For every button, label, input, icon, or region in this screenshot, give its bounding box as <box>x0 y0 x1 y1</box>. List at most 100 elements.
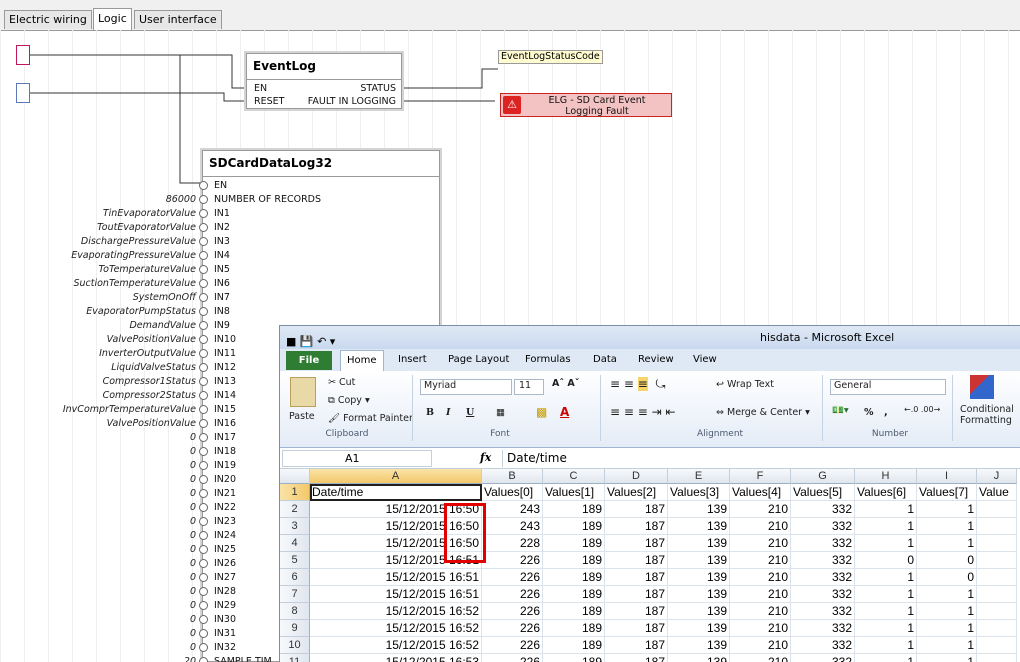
pin-connector[interactable] <box>199 433 208 442</box>
pin-connector[interactable] <box>199 587 208 596</box>
column-header[interactable]: B <box>482 469 543 484</box>
column-header[interactable]: E <box>668 469 730 484</box>
table-cell[interactable]: 210 <box>730 603 791 620</box>
pin-connector[interactable] <box>199 265 208 274</box>
pin-connector[interactable] <box>199 615 208 624</box>
table-cell[interactable]: 332 <box>791 552 855 569</box>
table-cell[interactable]: 15/12/2015 16:51 <box>310 569 482 586</box>
table-cell[interactable]: 210 <box>730 535 791 552</box>
align-left-icons[interactable]: ≡ ≡ ≡ ⇥ ⇤ <box>610 405 676 419</box>
table-cell[interactable]: 189 <box>543 637 605 654</box>
table-cell[interactable]: 210 <box>730 518 791 535</box>
table-cell[interactable]: 187 <box>605 654 668 662</box>
cut-button[interactable]: ✂ Cut <box>328 377 355 388</box>
table-cell[interactable]: 1 <box>855 637 917 654</box>
pin-connector[interactable] <box>199 601 208 610</box>
table-cell[interactable]: 1 <box>855 518 917 535</box>
conditional-formatting-label[interactable]: Conditional <box>960 404 1014 415</box>
table-cell[interactable]: Values[0] <box>482 484 543 501</box>
pin-connector[interactable] <box>199 181 208 190</box>
pin-connector[interactable] <box>199 461 208 470</box>
table-cell[interactable]: 1 <box>917 654 977 662</box>
table-cell[interactable]: 226 <box>482 586 543 603</box>
pin-connector[interactable] <box>199 559 208 568</box>
table-cell[interactable]: 187 <box>605 535 668 552</box>
table-cell[interactable]: 189 <box>543 603 605 620</box>
pin-connector[interactable] <box>199 223 208 232</box>
table-cell[interactable]: 210 <box>730 569 791 586</box>
table-cell[interactable]: 1 <box>855 535 917 552</box>
pin-connector[interactable] <box>199 419 208 428</box>
table-cell[interactable]: Values[7] <box>917 484 977 501</box>
table-cell[interactable]: 189 <box>543 620 605 637</box>
tab-formulas[interactable]: Formulas <box>525 353 571 367</box>
paste-button[interactable]: Paste <box>289 411 315 422</box>
table-cell[interactable]: Date/time <box>310 484 482 501</box>
pin-connector[interactable] <box>199 321 208 330</box>
table-cell[interactable]: 139 <box>668 501 730 518</box>
table-cell[interactable]: 0 <box>855 552 917 569</box>
table-cell[interactable]: 15/12/2015 16:53 <box>310 654 482 662</box>
column-header[interactable]: F <box>730 469 791 484</box>
table-cell[interactable]: 243 <box>482 501 543 518</box>
conditional-formatting-icon[interactable] <box>970 375 994 399</box>
table-cell[interactable]: 187 <box>605 552 668 569</box>
row-header[interactable]: 9 <box>280 620 310 637</box>
column-header[interactable]: C <box>543 469 605 484</box>
table-cell[interactable]: 332 <box>791 518 855 535</box>
decimal-icons[interactable]: ←.0 .00→ <box>904 405 940 414</box>
align-top-icons[interactable]: ≡ ≡ ≡ ⤿ <box>610 377 665 392</box>
table-cell[interactable]: 332 <box>791 637 855 654</box>
table-cell[interactable]: 187 <box>605 518 668 535</box>
table-cell[interactable]: 1 <box>917 518 977 535</box>
table-cell[interactable] <box>977 654 1017 662</box>
tab-page-layout[interactable]: Page Layout <box>448 353 509 367</box>
table-cell[interactable]: 1 <box>855 501 917 518</box>
table-cell[interactable]: 1 <box>917 603 977 620</box>
pin-connector[interactable] <box>199 657 208 662</box>
row-header[interactable]: 2 <box>280 501 310 518</box>
pin-connector[interactable] <box>199 279 208 288</box>
table-cell[interactable]: 139 <box>668 569 730 586</box>
underline-button[interactable]: U <box>466 407 474 418</box>
input-block-1[interactable] <box>16 45 30 65</box>
table-cell[interactable]: 226 <box>482 620 543 637</box>
table-cell[interactable]: 228 <box>482 535 543 552</box>
table-cell[interactable]: Value <box>977 484 1017 501</box>
row-header[interactable]: 10 <box>280 637 310 654</box>
table-cell[interactable]: 332 <box>791 586 855 603</box>
table-cell[interactable]: 187 <box>605 501 668 518</box>
table-cell[interactable]: 189 <box>543 518 605 535</box>
table-cell[interactable] <box>977 552 1017 569</box>
fx-icon[interactable]: fx <box>480 451 491 464</box>
file-tab[interactable]: File <box>286 351 332 370</box>
pin-connector[interactable] <box>199 531 208 540</box>
table-cell[interactable]: 15/12/2015 16:51 <box>310 586 482 603</box>
table-cell[interactable]: 226 <box>482 603 543 620</box>
table-cell[interactable]: 15/12/2015 16:52 <box>310 637 482 654</box>
table-cell[interactable]: 189 <box>543 552 605 569</box>
pin-connector[interactable] <box>199 475 208 484</box>
pin-connector[interactable] <box>199 251 208 260</box>
merge-center-button[interactable]: ⇔ Merge & Center ▾ <box>716 407 810 418</box>
alarm-block[interactable]: ⚠ ELG - SD Card Event Logging Fault <box>500 93 672 117</box>
table-cell[interactable]: 1 <box>917 501 977 518</box>
pin-connector[interactable] <box>199 195 208 204</box>
table-cell[interactable]: 139 <box>668 518 730 535</box>
table-cell[interactable]: 139 <box>668 586 730 603</box>
table-cell[interactable]: 226 <box>482 654 543 662</box>
table-cell[interactable] <box>977 586 1017 603</box>
row-header[interactable]: 7 <box>280 586 310 603</box>
table-cell[interactable]: 226 <box>482 569 543 586</box>
pin-connector[interactable] <box>199 391 208 400</box>
table-cell[interactable]: 187 <box>605 603 668 620</box>
pin-connector[interactable] <box>199 335 208 344</box>
format-painter-button[interactable]: 🖌 Format Painter <box>328 413 413 424</box>
column-header[interactable]: G <box>791 469 855 484</box>
font-color-icon[interactable]: A <box>560 405 569 419</box>
table-cell[interactable]: Values[6] <box>855 484 917 501</box>
name-box[interactable]: A1 <box>282 450 432 467</box>
table-cell[interactable]: 243 <box>482 518 543 535</box>
table-cell[interactable]: 187 <box>605 637 668 654</box>
column-header[interactable]: I <box>917 469 977 484</box>
